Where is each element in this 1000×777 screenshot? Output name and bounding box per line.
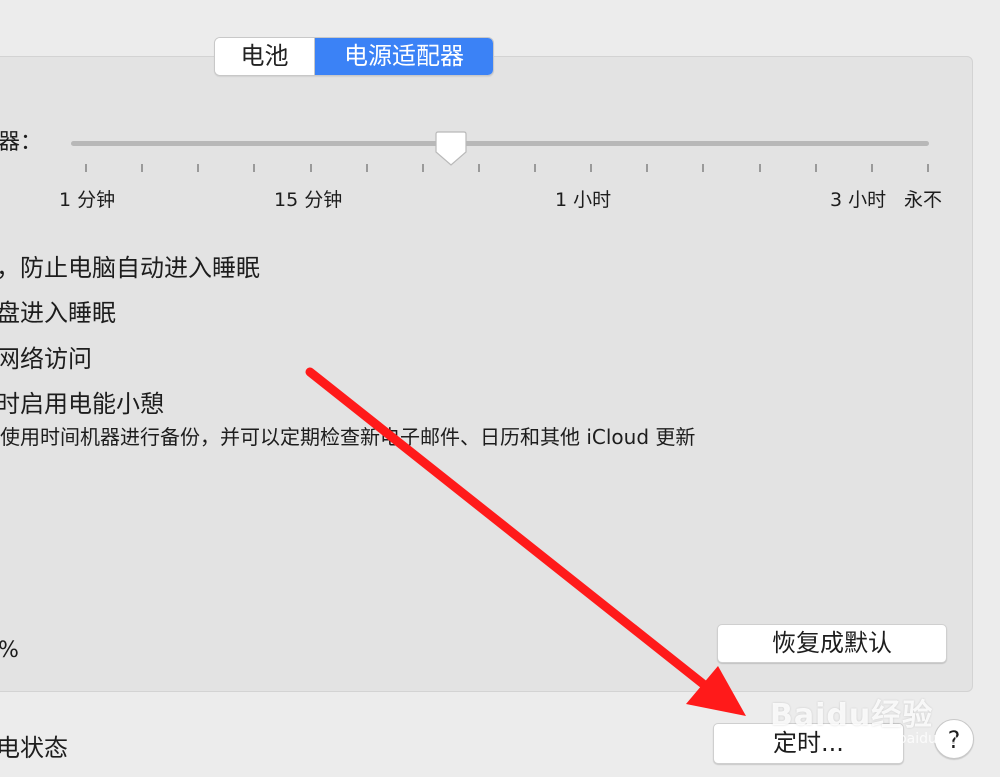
baidu-watermark-url: jingyan.baidu.com	[842, 731, 972, 747]
slider-tick	[309, 164, 312, 172]
tick-label-1-min: 1 分钟	[59, 189, 116, 211]
slider-tick	[870, 164, 873, 172]
slider-tick	[646, 164, 649, 172]
slider-tick	[421, 164, 424, 172]
slider-tick	[365, 164, 368, 172]
slider-tick	[141, 164, 144, 172]
display-sleep-slider-track[interactable]	[71, 141, 929, 146]
slider-tick	[85, 164, 87, 172]
settings-panel	[0, 56, 973, 692]
slider-tick	[758, 164, 761, 172]
slider-tick	[702, 164, 705, 172]
slider-tick	[534, 164, 537, 172]
display-sleep-slider-thumb[interactable]	[434, 130, 468, 168]
option-power-nap[interactable]: 时启用电能小憩	[0, 384, 164, 419]
power-nap-description: 使用时间机器进行备份，并可以定期检查新电子邮件、日历和其他 iCloud 更新	[0, 425, 696, 449]
percent-text: %	[0, 638, 19, 663]
slider-tick	[927, 164, 929, 172]
tick-label-3-hours: 3 小时	[830, 189, 887, 211]
baidu-watermark: Baidu经验	[770, 698, 934, 733]
tick-label-never: 永不	[904, 189, 943, 211]
tab-power-adapter[interactable]: 电源适配器	[315, 38, 493, 75]
status-text: 电状态	[0, 734, 68, 762]
slider-tick	[814, 164, 817, 172]
option-disk-sleep[interactable]: 盘进入睡眠	[0, 293, 116, 328]
slider-tick	[253, 164, 256, 172]
slider-tick	[477, 164, 480, 172]
tab-battery[interactable]: 电池	[215, 38, 315, 75]
slider-tick	[197, 164, 200, 172]
slider-tick	[590, 164, 593, 172]
option-prevent-auto-sleep[interactable]: ，防止电脑自动进入睡眠	[0, 248, 260, 283]
option-network-access[interactable]: 网络访问	[0, 339, 92, 374]
tick-label-15-min: 15 分钟	[274, 189, 343, 211]
power-source-segmented-control: 电池 电源适配器	[214, 37, 494, 76]
restore-defaults-button[interactable]: 恢复成默认	[717, 624, 947, 663]
display-sleep-label: 器：	[0, 130, 43, 155]
tick-label-1-hour: 1 小时	[555, 189, 612, 211]
